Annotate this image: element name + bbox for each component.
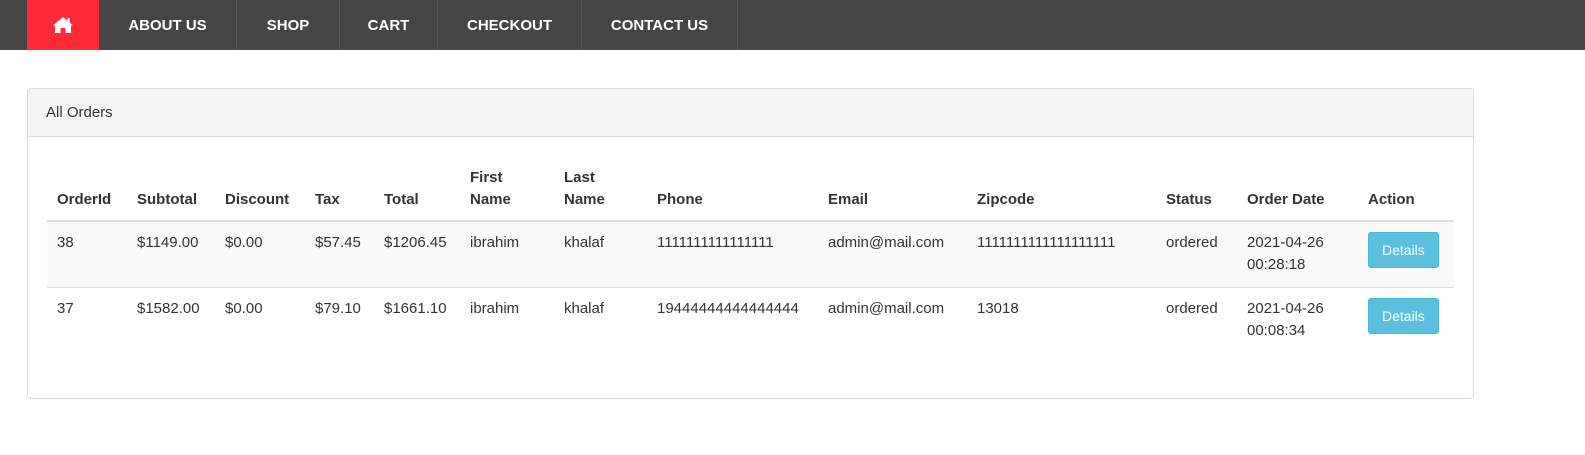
order-date: 2021-04-26 <box>1247 234 1324 251</box>
cell-phone: 1111111111111111 <box>647 220 818 287</box>
details-button[interactable]: Details <box>1368 297 1439 334</box>
header-status: Status <box>1156 167 1237 222</box>
nav-shop[interactable]: SHOP <box>237 0 340 50</box>
cell-order-id: 38 <box>47 220 127 287</box>
cell-last-name: khalaf <box>554 220 647 287</box>
order-time: 00:08:34 <box>1247 321 1306 339</box>
cell-total: $1206.45 <box>374 220 460 287</box>
cell-action: Details <box>1358 220 1454 287</box>
cell-subtotal: $1149.00 <box>127 220 215 287</box>
panel-title: All Orders <box>46 104 113 121</box>
header-last-name-line2: Name <box>564 191 605 208</box>
header-order-id: OrderId <box>47 167 127 222</box>
cell-order-date: 2021-04-26 00:08:34 <box>1237 286 1358 353</box>
table-row: 38 $1149.00 $0.00 $57.45 $1206.45 ibrahi… <box>47 220 1454 287</box>
cell-total: $1661.10 <box>374 286 460 353</box>
cell-zipcode: 1111111111111111111 <box>967 220 1156 287</box>
header-last-name: Last Name <box>554 167 647 222</box>
home-icon <box>52 16 74 34</box>
cell-discount: $0.00 <box>215 220 305 287</box>
cell-zipcode: 13018 <box>967 286 1156 353</box>
cell-first-name: ibrahim <box>460 220 554 287</box>
header-total: Total <box>374 167 460 222</box>
header-email: Email <box>818 167 967 222</box>
cell-first-name: ibrahim <box>460 286 554 353</box>
nav-contact-us[interactable]: CONTACT US <box>582 0 738 50</box>
header-discount: Discount <box>215 167 305 222</box>
header-zipcode: Zipcode <box>967 167 1156 222</box>
nav-checkout[interactable]: CHECKOUT <box>438 0 582 50</box>
cell-discount: $0.00 <box>215 286 305 353</box>
nav-cart[interactable]: CART <box>340 0 438 50</box>
cell-phone: 19444444444444444 <box>647 286 818 353</box>
cell-subtotal: $1582.00 <box>127 286 215 353</box>
header-action: Action <box>1358 167 1454 222</box>
panel-heading: All Orders <box>28 89 1473 137</box>
header-phone: Phone <box>647 167 818 222</box>
nav-home-button[interactable] <box>27 0 99 50</box>
cell-tax: $57.45 <box>305 220 374 287</box>
nav-about-us[interactable]: ABOUT US <box>99 0 237 50</box>
table-header-row: OrderId Subtotal Discount Tax Total Firs… <box>47 167 1454 222</box>
orders-table: OrderId Subtotal Discount Tax Total Firs… <box>47 167 1454 353</box>
cell-status: ordered <box>1156 220 1237 287</box>
order-date: 2021-04-26 <box>1247 299 1324 317</box>
header-subtotal: Subtotal <box>127 167 215 222</box>
cell-last-name: khalaf <box>554 286 647 353</box>
cell-action: Details <box>1358 286 1454 353</box>
table-row: 37 $1582.00 $0.00 $79.10 $1661.10 ibrahi… <box>47 286 1454 353</box>
cell-email: admin@mail.com <box>818 286 967 353</box>
header-first-name-line2: Name <box>470 191 511 208</box>
order-time: 00:28:18 <box>1247 256 1306 273</box>
header-first-name: First Name <box>460 167 554 222</box>
cell-email: admin@mail.com <box>818 220 967 287</box>
all-orders-panel: All Orders OrderId Subtotal Discount Tax <box>27 88 1474 399</box>
cell-order-date: 2021-04-26 00:28:18 <box>1237 220 1358 287</box>
top-navbar: ABOUT US SHOP CART CHECKOUT CONTACT US <box>0 0 1585 50</box>
cell-order-id: 37 <box>47 286 127 353</box>
header-first-name-line1: First <box>470 169 503 186</box>
cell-status: ordered <box>1156 286 1237 353</box>
details-button[interactable]: Details <box>1368 232 1439 268</box>
header-order-date: Order Date <box>1237 167 1358 222</box>
header-last-name-line1: Last <box>564 169 595 186</box>
header-tax: Tax <box>305 167 374 222</box>
cell-tax: $79.10 <box>305 286 374 353</box>
